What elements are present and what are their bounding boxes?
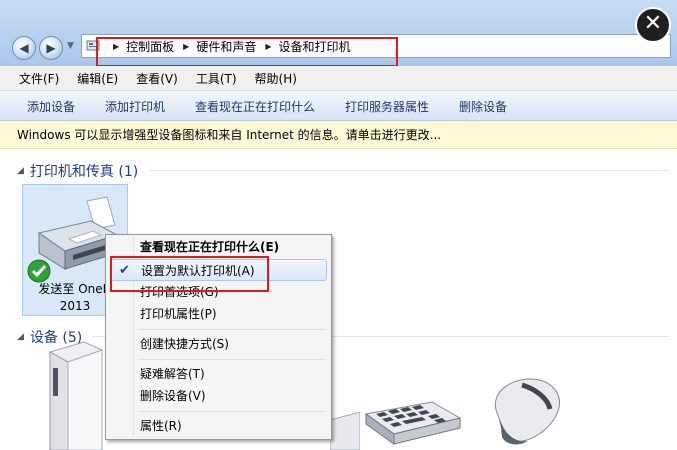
keyboard-icon[interactable] xyxy=(362,400,462,448)
menu-view[interactable]: 查看(V) xyxy=(127,70,187,87)
title-bar: ◀ ▶ ▼ ▶ 控制面板 ▶ 硬件和声音 ▶ 设备和打印机 ✕ xyxy=(0,0,677,67)
command-bar: 添加设备 添加打印机 查看现在正在打印什么 打印服务器属性 删除设备 xyxy=(0,91,677,121)
menu-item-troubleshoot[interactable]: 疑难解答(T) xyxy=(110,363,327,385)
control-panel-icon xyxy=(86,40,100,51)
group-header-printers[interactable]: ◢ 打印机和传真 (1) xyxy=(17,161,138,181)
breadcrumb-separator-icon[interactable]: ▶ xyxy=(265,42,271,51)
print-server-properties-button[interactable]: 打印服务器属性 xyxy=(345,98,429,115)
menu-separator xyxy=(138,411,326,412)
menu-item-create-shortcut[interactable]: 创建快捷方式(S) xyxy=(110,333,327,355)
history-dropdown-icon[interactable]: ▼ xyxy=(67,41,74,51)
menu-edit[interactable]: 编辑(E) xyxy=(68,70,127,87)
menu-item-preferences[interactable]: 打印首选项(G) xyxy=(110,281,327,303)
divider xyxy=(150,170,670,171)
info-bar[interactable]: Windows 可以显示增强型设备图标和来自 Internet 的信息。请单击进… xyxy=(0,121,677,149)
close-icon[interactable]: ✕ xyxy=(635,7,671,43)
menu-separator xyxy=(138,329,326,330)
breadcrumb-control-panel[interactable]: 控制面板 xyxy=(126,38,174,55)
back-arrow-icon[interactable]: ◀ xyxy=(12,36,36,60)
see-printing-button[interactable]: 查看现在正在打印什么 xyxy=(195,98,315,115)
external-drive-icon[interactable] xyxy=(40,338,110,450)
menu-item-set-default[interactable]: ✔ 设置为默认打印机(A) xyxy=(110,259,327,281)
remove-device-button[interactable]: 删除设备 xyxy=(459,98,507,115)
menu-bar: 文件(F) 编辑(E) 查看(V) 工具(T) 帮助(H) xyxy=(0,66,677,91)
mouse-icon[interactable] xyxy=(478,375,568,450)
device-icon[interactable] xyxy=(330,412,360,450)
breadcrumb: ▶ 控制面板 ▶ 硬件和声音 ▶ 设备和打印机 xyxy=(104,35,351,57)
address-bar[interactable]: ▶ 控制面板 ▶ 硬件和声音 ▶ 设备和打印机 xyxy=(81,34,671,58)
menu-separator xyxy=(138,359,326,360)
device-list: ◢ 打印机和传真 (1) 发送至 OneN 2013 ◢ 设备 (5) xyxy=(0,150,677,450)
menu-file[interactable]: 文件(F) xyxy=(0,70,68,87)
menu-tools[interactable]: 工具(T) xyxy=(187,70,246,87)
menu-item-properties[interactable]: 属性(R) xyxy=(110,415,327,437)
green-check-icon xyxy=(27,259,51,283)
menu-item-remove-device[interactable]: 删除设备(V) xyxy=(110,385,327,407)
add-device-button[interactable]: 添加设备 xyxy=(27,98,75,115)
collapse-triangle-icon[interactable]: ◢ xyxy=(17,166,24,176)
breadcrumb-hardware-sound[interactable]: 硬件和声音 xyxy=(196,38,256,55)
breadcrumb-separator-icon[interactable]: ▶ xyxy=(113,42,119,51)
breadcrumb-devices-printers[interactable]: 设备和打印机 xyxy=(279,38,351,55)
add-printer-button[interactable]: 添加打印机 xyxy=(105,98,165,115)
group-label: 打印机和传真 (1) xyxy=(29,164,139,180)
menu-help[interactable]: 帮助(H) xyxy=(246,70,306,87)
menu-item-see-printing[interactable]: 查看现在正在打印什么(E) xyxy=(110,236,327,258)
menu-item-printer-properties[interactable]: 打印机属性(P) xyxy=(110,303,327,325)
breadcrumb-separator-icon[interactable]: ▶ xyxy=(183,42,189,51)
forward-arrow-icon[interactable]: ▶ xyxy=(39,36,63,60)
collapse-triangle-icon[interactable]: ◢ xyxy=(17,332,24,342)
menu-item-label: 设置为默认打印机(A) xyxy=(141,264,255,278)
checkmark-icon: ✔ xyxy=(119,263,130,278)
context-menu: 查看现在正在打印什么(E) ✔ 设置为默认打印机(A) 打印首选项(G) 打印机… xyxy=(105,234,332,440)
